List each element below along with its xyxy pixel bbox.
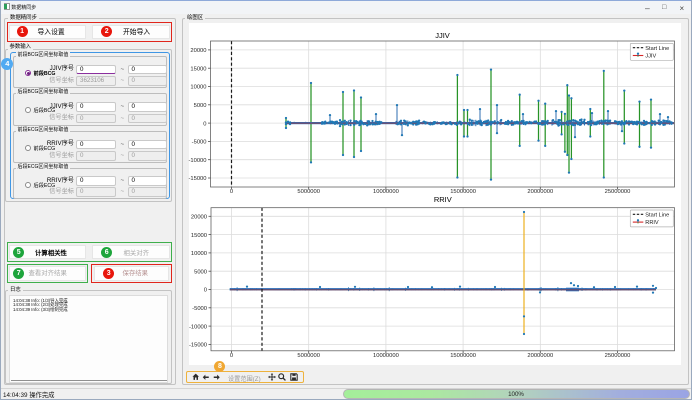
- svg-text:0: 0: [230, 189, 233, 195]
- svg-text:20000: 20000: [190, 48, 206, 54]
- svg-text:10000: 10000: [190, 85, 206, 91]
- svg-text:5000: 5000: [194, 269, 207, 275]
- svg-text:5000000: 5000000: [297, 189, 320, 195]
- svg-text:5000: 5000: [194, 103, 207, 109]
- svg-text:JJIV: JJIV: [435, 31, 450, 40]
- svg-text:RRIV: RRIV: [434, 195, 452, 204]
- svg-text:-15000: -15000: [188, 176, 206, 182]
- svg-text:20000: 20000: [191, 215, 207, 221]
- svg-text:Start Line: Start Line: [645, 212, 669, 218]
- svg-text:10000000: 10000000: [373, 189, 399, 195]
- svg-text:0: 0: [230, 353, 233, 359]
- svg-text:20000000: 20000000: [527, 189, 553, 195]
- svg-text:Start Line: Start Line: [645, 46, 669, 52]
- svg-text:15000: 15000: [190, 66, 206, 72]
- svg-text:25000000: 25000000: [605, 189, 631, 195]
- svg-text:-10000: -10000: [189, 324, 207, 330]
- svg-text:-5000: -5000: [192, 140, 207, 146]
- svg-text:RRIV: RRIV: [645, 220, 659, 226]
- svg-text:-10000: -10000: [188, 158, 206, 164]
- svg-text:10000: 10000: [191, 251, 207, 257]
- svg-text:25000000: 25000000: [605, 353, 631, 359]
- svg-text:10000000: 10000000: [373, 353, 399, 359]
- svg-text:15000000: 15000000: [450, 189, 476, 195]
- svg-text:5000000: 5000000: [297, 353, 320, 359]
- svg-text:JJIV: JJIV: [645, 54, 656, 60]
- svg-text:20000000: 20000000: [527, 353, 553, 359]
- svg-text:0: 0: [204, 288, 207, 294]
- svg-text:15000: 15000: [191, 233, 207, 239]
- svg-text:-15000: -15000: [189, 343, 207, 349]
- svg-text:-5000: -5000: [192, 306, 207, 312]
- svg-text:15000000: 15000000: [450, 353, 476, 359]
- svg-text:0: 0: [203, 121, 206, 127]
